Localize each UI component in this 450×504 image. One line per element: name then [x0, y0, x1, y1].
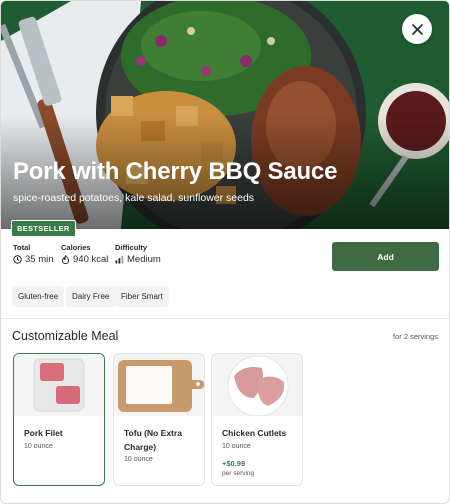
- recipe-card: Pork with Cherry BBQ Sauce spice-roasted…: [0, 0, 450, 504]
- difficulty-label: Difficulty: [115, 243, 148, 252]
- calories-label: Calories: [61, 243, 91, 252]
- calories-value: 940 kcal: [73, 254, 109, 265]
- close-icon: [411, 23, 423, 35]
- difficulty-bars-icon: [115, 255, 124, 264]
- clock-icon: [13, 255, 22, 264]
- close-button[interactable]: [402, 14, 432, 44]
- calories: 940 kcal: [61, 254, 108, 265]
- meal-option-pork-filet[interactable]: Pork Filet 10 ounce: [13, 353, 105, 486]
- total-label: Total: [13, 243, 31, 252]
- bestseller-badge: BESTSELLER: [11, 220, 76, 237]
- tag-fiber-smart: Fiber Smart: [115, 286, 169, 307]
- meal-image: [212, 354, 302, 416]
- total-time: 35 min: [13, 254, 54, 265]
- hero-image: Pork with Cherry BBQ Sauce spice-roasted…: [1, 1, 449, 229]
- recipe-title: Pork with Cherry BBQ Sauce: [13, 158, 338, 185]
- difficulty-value: Medium: [127, 254, 161, 265]
- meal-price-unit: per serving: [222, 470, 255, 477]
- meal-option-tofu[interactable]: Tofu (No Extra Charge) 10 ounce: [113, 353, 205, 486]
- servings-label: for 2 servings: [393, 332, 439, 341]
- tag-gluten-free: Gluten-free: [12, 286, 65, 307]
- chicken-cutlets-image: [212, 354, 302, 416]
- meal-option-chicken-cutlets[interactable]: Chicken Cutlets 10 ounce +$0.99 per serv…: [211, 353, 303, 486]
- recipe-subtitle: spice-roasted potatoes, kale salad, sunf…: [13, 192, 255, 204]
- meal-name: Pork Filet: [24, 428, 63, 438]
- pork-filet-image: [14, 354, 104, 416]
- add-button[interactable]: Add: [332, 242, 439, 271]
- tofu-image: [114, 354, 204, 416]
- flame-icon: [61, 255, 70, 264]
- meal-qty: 10 ounce: [222, 443, 251, 450]
- tag-dairy-free: Dairy Free: [66, 286, 116, 307]
- meal-qty: 10 ounce: [24, 443, 53, 450]
- meal-name: Tofu (No Extra Charge): [124, 428, 182, 452]
- total-value: 35 min: [25, 254, 54, 265]
- meal-price: +$0.99: [222, 459, 246, 468]
- meal-image: [14, 354, 104, 416]
- meal-name: Chicken Cutlets: [222, 428, 287, 438]
- difficulty: Medium: [115, 254, 161, 265]
- divider: [1, 318, 449, 319]
- meal-image: [114, 354, 204, 416]
- meal-qty: 10 ounce: [124, 456, 153, 463]
- section-title: Customizable Meal: [12, 329, 119, 343]
